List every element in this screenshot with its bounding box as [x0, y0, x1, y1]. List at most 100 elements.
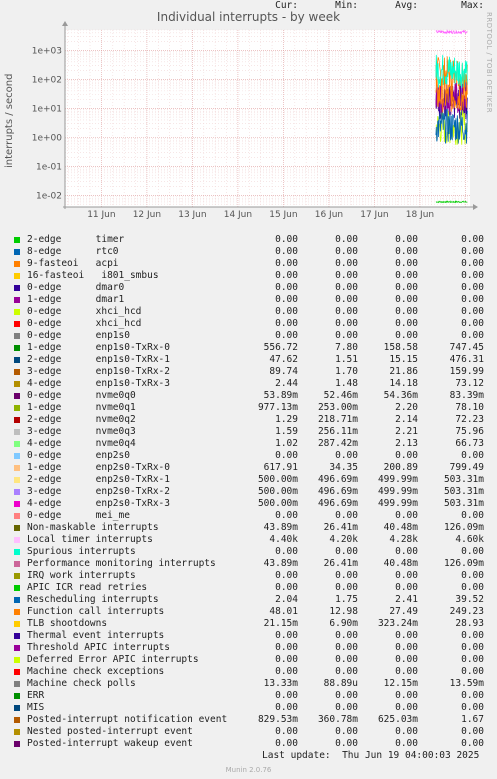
legend-label: 3-edge nvme0q3 — [27, 426, 136, 437]
legend-row: MIS 0.00 0.00 0.00 0.00 — [0, 702, 497, 714]
legend-avg: 0.00 — [395, 630, 418, 641]
legend-cur: 0.00 — [275, 654, 298, 665]
legend-max: 747.45 — [449, 342, 484, 353]
legend-swatch — [14, 741, 20, 747]
legend-row: 3-edge enp1s0-TxRx-2 89.74 1.70 21.86 159.99 — [0, 366, 497, 378]
legend-swatch — [14, 381, 20, 387]
legend-label: TLB shootdowns — [27, 618, 108, 629]
legend-max: 0.00 — [461, 450, 484, 461]
legend-max: 0.00 — [461, 570, 484, 581]
y-tick-label: 1e-02 — [36, 191, 62, 201]
legend-avg: 499.99m — [377, 498, 418, 509]
legend-max: 503.31m — [443, 486, 484, 497]
legend-row: APIC ICR read retries 0.00 0.00 0.00 0.00 — [0, 582, 497, 594]
legend-min: 0.00 — [335, 510, 358, 521]
legend-label: Machine check exceptions — [27, 666, 165, 677]
legend-min: 1.70 — [335, 366, 358, 377]
legend-row: 4-edge enp1s0-TxRx-3 2.44 1.48 14.18 73.12 — [0, 378, 497, 390]
legend-max: 78.10 — [455, 402, 484, 413]
legend-avg: 2.14 — [395, 414, 418, 425]
legend-max: 0.00 — [461, 294, 484, 305]
legend-row: 0-edge dmar0 0.00 0.00 0.00 0.00 — [0, 282, 497, 294]
legend-label: Rescheduling interrupts — [27, 594, 159, 605]
legend-label: 2-edge enp1s0-TxRx-1 — [27, 354, 170, 365]
legend-cur: 1.29 — [275, 414, 298, 425]
legend-swatch — [14, 561, 20, 567]
legend-avg: 0.00 — [395, 270, 418, 281]
legend-swatch — [14, 633, 20, 639]
legend-swatch — [14, 369, 20, 375]
legend-avg: 2.20 — [395, 402, 418, 413]
legend-min: 26.41m — [323, 522, 358, 533]
legend-cur: 500.00m — [257, 498, 298, 509]
legend-max: 799.49 — [449, 462, 484, 473]
legend-avg: 27.49 — [389, 606, 418, 617]
legend-min: 0.00 — [335, 546, 358, 557]
legend-max: 28.93 — [455, 618, 484, 629]
legend-swatch — [14, 453, 20, 459]
x-tick-label: 16 Jun — [315, 210, 343, 220]
legend-avg: 499.99m — [377, 486, 418, 497]
y-tick-label: 1e+02 — [32, 75, 62, 85]
legend-max: 249.23 — [449, 606, 484, 617]
legend-swatch — [14, 681, 20, 687]
legend-cur: 500.00m — [257, 486, 298, 497]
legend-row: Posted-interrupt notification event 829.5… — [0, 714, 497, 726]
legend-label: Performance monitoring interrupts — [27, 558, 216, 569]
legend-label: Posted-interrupt wakeup event — [27, 738, 193, 749]
legend-row: 2-edge timer 0.00 0.00 0.00 0.00 — [0, 234, 497, 246]
legend-cur: 0.00 — [275, 582, 298, 593]
y-tick-label: 1e-01 — [36, 162, 62, 172]
legend-cur: 0.00 — [275, 630, 298, 641]
legend-label: 4-edge enp2s0-TxRx-3 — [27, 498, 170, 509]
legend-cur: 0.00 — [275, 258, 298, 269]
legend-avg: 0.00 — [395, 234, 418, 245]
x-tick-label: 14 Jun — [224, 210, 252, 220]
x-tick-label: 18 Jun — [406, 210, 434, 220]
legend-label: Thermal event interrupts — [27, 630, 165, 641]
legend-avg: 40.48m — [383, 522, 418, 533]
legend-cur: 53.89m — [263, 390, 298, 401]
legend-label: 1-edge enp2s0-TxRx-0 — [27, 462, 170, 473]
legend-swatch — [14, 657, 20, 663]
legend-avg: 4.28k — [389, 534, 418, 545]
legend-swatch — [14, 717, 20, 723]
legend-cur: 977.13m — [257, 402, 298, 413]
legend-min: 0.00 — [335, 702, 358, 713]
legend-avg: 2.41 — [395, 594, 418, 605]
legend-max: 0.00 — [461, 282, 484, 293]
legend-min: 0.00 — [335, 294, 358, 305]
legend-label: 16-fasteoi i801_smbus — [27, 270, 159, 281]
legend-min: 52.46m — [323, 390, 358, 401]
legend-cur: 21.15m — [263, 618, 298, 629]
legend-max: 0.00 — [461, 318, 484, 329]
legend-cur: 43.89m — [263, 558, 298, 569]
legend-max: 0.00 — [461, 306, 484, 317]
legend-label: APIC ICR read retries — [27, 582, 148, 593]
legend-max: 73.12 — [455, 378, 484, 389]
legend-min: 218.71m — [317, 414, 358, 425]
legend-label: 1-edge nvme0q1 — [27, 402, 136, 413]
legend-row: 3-edge enp2s0-TxRx-2 500.00m 496.69m 499.99… — [0, 486, 497, 498]
legend-swatch — [14, 465, 20, 471]
legend-max: 0.00 — [461, 630, 484, 641]
legend-max: 126.09m — [443, 558, 484, 569]
legend-max: 503.31m — [443, 498, 484, 509]
legend-min: 34.35 — [329, 462, 358, 473]
legend-min: 287.42m — [317, 438, 358, 449]
legend-min: 4.20k — [329, 534, 358, 545]
munin-version: Munin 2.0.76 — [225, 766, 272, 774]
legend-avg: 0.00 — [395, 570, 418, 581]
legend-cur: 0.00 — [275, 306, 298, 317]
legend-max: 4.60k — [455, 534, 484, 545]
legend-cur: 0.00 — [275, 318, 298, 329]
legend-label: 4-edge nvme0q4 — [27, 438, 136, 449]
legend-row: 2-edge nvme0q2 1.29 218.71m 2.14 72.23 — [0, 414, 497, 426]
legend-cur: 617.91 — [263, 462, 298, 473]
legend-avg: 0.00 — [395, 546, 418, 557]
legend-swatch — [14, 261, 20, 267]
legend-cur: 556.72 — [263, 342, 298, 353]
legend-cur: 0.00 — [275, 282, 298, 293]
legend-label: 8-edge rtc0 — [27, 246, 119, 257]
legend-swatch — [14, 729, 20, 735]
